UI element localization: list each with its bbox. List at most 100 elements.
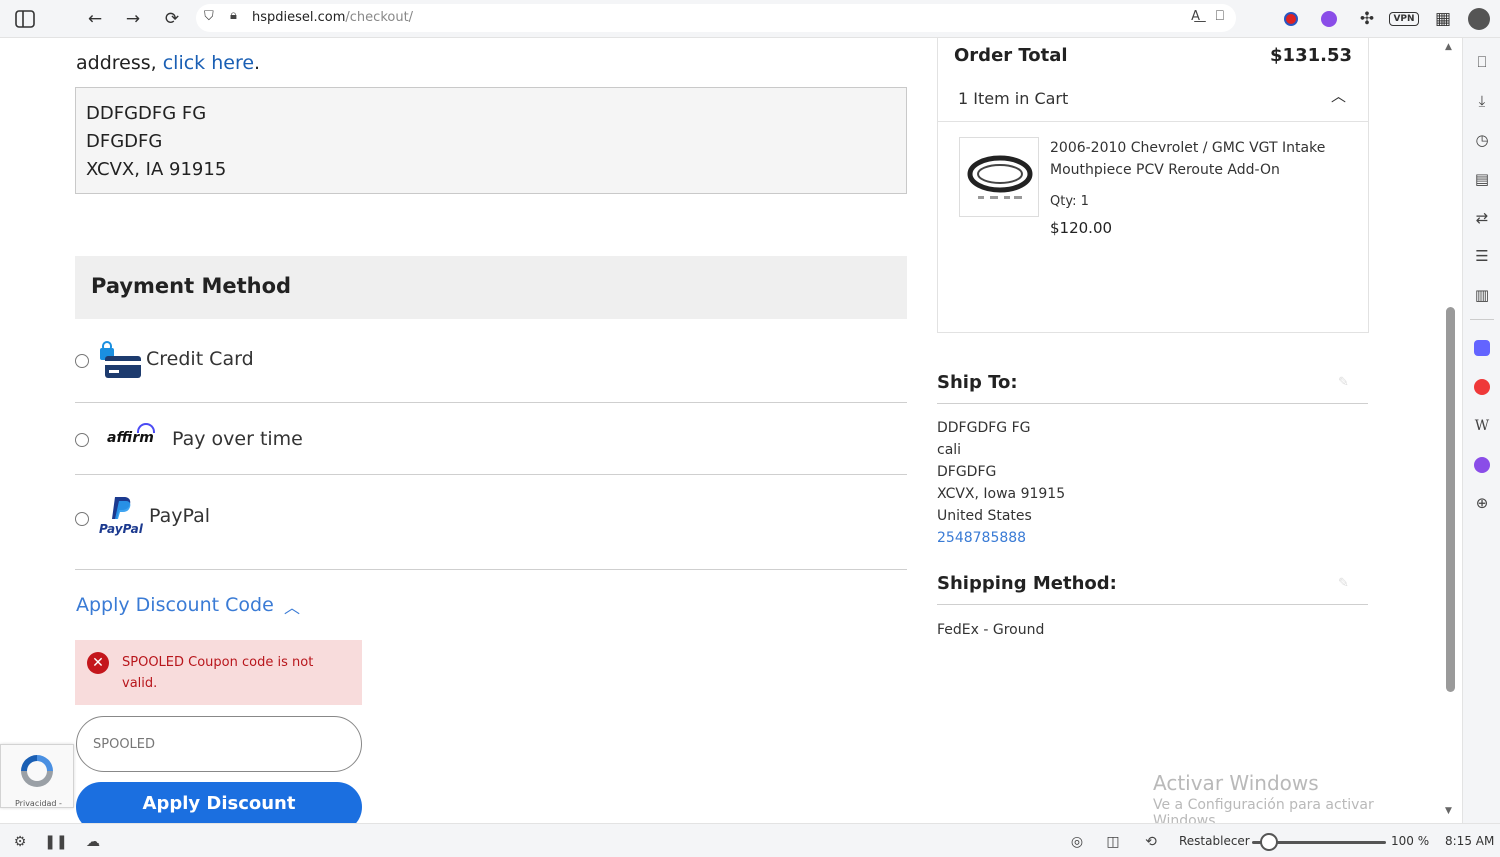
scroll-down-arrow-icon[interactable]: ▼ [1445,806,1452,816]
zoom-reset-button[interactable]: Restablecer [1179,834,1250,848]
product-qty: Qty: 1 [1050,194,1089,209]
address-bar[interactable]: ⛉ 🔒︎ hspdiesel.com/checkout/ A͟ ⎕ [196,4,1236,32]
credit-card-radio[interactable] [75,354,89,368]
address-line: DDFGDFG FG [86,103,207,124]
divider [937,403,1368,404]
credit-card-lock-icon [99,340,143,380]
url-text[interactable]: hspdiesel.com/checkout/ [252,10,413,25]
page-scrollbar-thumb[interactable] [1446,307,1455,692]
ship-to-line: XCVX, Iowa 91915 [937,486,1066,502]
payment-option-affirm[interactable]: affirm Pay over time [75,403,907,475]
vpn-label: VPN [1389,12,1419,26]
affirm-label: Pay over time [172,428,303,450]
coupon-error-message: ✕ SPOOLED Coupon code is not valid. [75,640,362,705]
payment-method-title: Payment Method [91,274,292,298]
edit-icon[interactable]: ✎ [1338,375,1349,390]
extensions-puzzle-icon[interactable]: ✣ [1354,6,1380,32]
ship-to-line: DFGDFG [937,464,997,480]
page-actions-icon[interactable]: ⟲ [1141,832,1161,852]
translate-panel-icon[interactable]: ⇄ [1470,206,1494,230]
product-price: $120.00 [1050,219,1113,237]
gift-box-icon[interactable]: ▦ [1430,6,1456,32]
zoom-slider-thumb[interactable] [1260,833,1279,851]
change-address-link[interactable]: click here [163,52,254,74]
profile-avatar-icon[interactable] [1466,6,1492,32]
error-x-icon: ✕ [87,652,109,674]
reading-list-icon[interactable]: ☰ [1470,244,1494,268]
cloud-icon[interactable]: ☁ [83,832,103,852]
paypal-logo-text: PayPal [99,522,143,536]
discount-code-input[interactable] [76,716,362,772]
paypal-radio[interactable] [75,512,89,526]
apply-discount-button[interactable]: Apply Discount [76,782,362,823]
forward-icon[interactable]: → [120,6,146,32]
vivaldi-icon[interactable] [1470,375,1494,399]
ship-to-line: DDFGDFG FG [937,420,1031,436]
order-total-label: Order Total [954,45,1068,66]
tiling-icon[interactable]: ◫ [1103,832,1123,852]
paypal-logo-icon: PayPal [97,495,145,539]
shield-icon[interactable]: ⛉ [204,9,214,24]
product-thumbnail [959,137,1039,217]
chevron-up-icon[interactable]: ︿ [284,594,300,618]
pause-icon[interactable]: ❚❚ [44,832,67,852]
divider [938,121,1368,122]
product-name: 2006-2010 Chevrolet / GMC VGT Intake Mou… [1050,140,1326,178]
browser-sidebar: ⎕ ⤓ ◷ ▤ ⇄ ☰ ▥ W ⊕ [1462,38,1500,823]
aria-icon[interactable] [1470,453,1494,477]
divider [1470,319,1494,320]
url-host: hspdiesel.com [252,10,346,25]
ship-to-phone-link[interactable]: 2548785888 [937,530,1026,546]
lock-icon[interactable]: 🔒︎ [230,8,237,23]
settings-gear-icon[interactable]: ⚙ [10,832,30,852]
translate-icon[interactable]: A͟ [1191,9,1200,24]
address-intro: address, click here. [76,52,260,74]
windows-activation-title: Activar Windows [1153,771,1319,795]
add-panel-icon[interactable]: ⊕ [1470,491,1494,515]
order-summary: Order Total $131.53 1 Item in Cart ︿ 200… [937,38,1369,333]
extension-aria-icon[interactable] [1316,6,1342,32]
address-intro-suffix: . [254,52,261,74]
chevron-up-icon[interactable]: ︿ [1331,85,1346,106]
paypal-label: PayPal [149,505,211,527]
affirm-radio[interactable] [75,433,89,447]
apply-discount-toggle[interactable]: Apply Discount Code [76,594,274,616]
extension-ladybug-icon[interactable] [1278,6,1304,32]
payment-method-header: Payment Method [75,256,907,319]
history-icon[interactable]: ◷ [1470,128,1494,152]
recaptcha-badge[interactable]: Privacidad - [0,744,74,808]
recaptcha-privacy-text[interactable]: Privacidad - [15,799,62,808]
sidebar-toggle-icon[interactable] [12,6,38,32]
payment-option-credit-card[interactable]: Credit Card [75,328,907,403]
coupon-error-text: SPOOLED Coupon code is not valid. [122,655,314,691]
billing-address-box: DDFGDFG FG DFGDFG XCVX, IA 91915 [75,87,907,194]
vpn-icon[interactable]: VPN [1388,6,1420,32]
shipping-method-title: Shipping Method: [937,573,1117,594]
scroll-up-arrow-icon[interactable]: ▲ [1445,42,1452,52]
cart-count-toggle[interactable]: 1 Item in Cart [958,89,1068,108]
mastodon-icon[interactable] [1470,336,1494,360]
reader-icon[interactable]: ▥ [1470,283,1494,307]
windows-activation-subtitle: Ve a Configuración para activar Windows. [1153,797,1374,823]
affirm-logo: affirm [107,423,155,446]
address-line: DFGDFG [86,131,163,152]
bookmark-icon[interactable]: ⎕ [1216,8,1224,24]
page-content: address, click here. DDFGDFG FG DFGDFG X… [0,38,1442,823]
address-intro-prefix: address, [76,52,157,74]
downloads-icon[interactable]: ⤓ [1470,89,1494,113]
bookmarks-icon[interactable]: ⎕ [1470,50,1494,74]
wikipedia-icon[interactable]: W [1470,414,1494,438]
browser-statusbar: ⚙ ❚❚ ☁ ◎ ◫ ⟲ Restablecer 100 % 8:15 AM [0,823,1500,857]
screenshot-icon[interactable]: ◎ [1067,832,1087,852]
edit-icon[interactable]: ✎ [1338,576,1349,591]
shipping-method-value: FedEx - Ground [937,622,1045,638]
credit-card-label: Credit Card [146,348,254,370]
ship-to-line: United States [937,508,1032,524]
reload-icon[interactable]: ⟳ [159,6,185,32]
browser-toolbar: ← → ⟳ ⛉ 🔒︎ hspdiesel.com/checkout/ A͟ ⎕ … [0,0,1500,38]
address-line: XCVX, IA 91915 [86,159,227,180]
payment-option-paypal[interactable]: PayPal PayPal [75,475,907,570]
notes-icon[interactable]: ▤ [1470,167,1494,191]
ship-to-title: Ship To: [937,372,1018,393]
back-icon[interactable]: ← [82,6,108,32]
